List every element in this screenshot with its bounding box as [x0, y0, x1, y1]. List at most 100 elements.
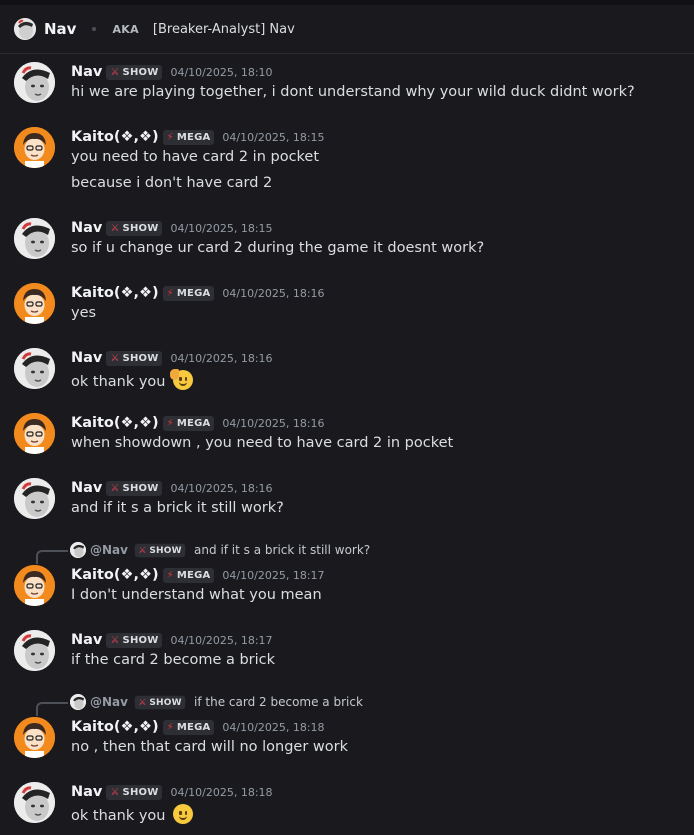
message-text: if the card 2 become a brick — [71, 652, 276, 668]
author-name[interactable]: Kaito(❖,❖) — [71, 567, 159, 583]
nav-face-icon — [14, 62, 55, 103]
reply-avatar[interactable] — [70, 542, 86, 558]
sword-icon: ⚔ — [138, 697, 147, 707]
reply-spine — [36, 702, 68, 716]
message-text: you need to have card 2 in pocket — [71, 149, 320, 165]
kaito-face-icon — [14, 127, 55, 168]
author-avatar[interactable] — [14, 218, 55, 259]
clan-tag[interactable]: ⚡ MEGA — [162, 285, 215, 301]
message-item[interactable]: Nav ⚔ SHOW 04/10/2025, 18:15 so if u chan… — [0, 218, 694, 266]
channel-header: Nav AKA [Breaker-Analyst] Nav — [0, 0, 694, 54]
author-name[interactable]: Nav — [71, 784, 102, 800]
dm-user-name[interactable]: Nav — [44, 20, 76, 38]
saluting-face-emoji-icon — [170, 369, 194, 390]
sword-icon: ⚔ — [138, 545, 147, 555]
clan-tag[interactable]: ⚡ MEGA — [162, 567, 215, 583]
message-text: ok thank you — [71, 804, 194, 824]
author-avatar[interactable] — [14, 348, 55, 389]
author-avatar[interactable] — [14, 283, 55, 324]
message-text: and if it s a brick it still work? — [71, 500, 284, 516]
user-avatar-small[interactable] — [14, 18, 36, 40]
timestamp: 04/10/2025, 18:16 — [170, 481, 273, 495]
timestamp: 04/10/2025, 18:17 — [222, 568, 325, 582]
reply-preview[interactable]: and if it s a brick it still work? — [194, 543, 370, 557]
clan-tag[interactable]: ⚔ SHOW — [106, 632, 163, 648]
message-item[interactable]: Nav ⚔ SHOW 04/10/2025, 18:18 ok thank you — [0, 782, 694, 830]
sword-icon: ⚔ — [110, 482, 120, 494]
message-text: because i don't have card 2 — [71, 175, 273, 191]
author-avatar[interactable] — [14, 127, 55, 168]
author-name[interactable]: Nav — [71, 480, 102, 496]
clan-tag[interactable]: ⚔ SHOW — [106, 220, 163, 236]
kaito-face-icon — [14, 717, 55, 758]
sword-icon: ⚔ — [110, 66, 120, 78]
message-text: I don't understand what you mean — [71, 587, 322, 603]
nav-face-icon — [14, 348, 55, 389]
author-name[interactable]: Nav — [71, 350, 102, 366]
author-name[interactable]: Kaito(❖,❖) — [71, 719, 159, 735]
alias-text: [Breaker-Analyst] Nav — [152, 21, 295, 37]
clan-tag[interactable]: ⚡ MEGA — [162, 415, 215, 431]
message-item[interactable]: Nav ⚔ SHOW 04/10/2025, 18:16 and if it s … — [0, 478, 694, 526]
message-item[interactable]: Nav ⚔ SHOW 04/10/2025, 18:17 if the card … — [0, 630, 694, 678]
reply-spine — [36, 550, 68, 564]
timestamp: 04/10/2025, 18:15 — [222, 130, 325, 144]
author-avatar[interactable] — [14, 782, 55, 823]
message-item[interactable]: Kaito(❖,❖) ⚡ MEGA 04/10/2025, 18:18 no , … — [0, 717, 694, 765]
timestamp: 04/10/2025, 18:18 — [222, 720, 325, 734]
message-text: ok thank you — [71, 369, 194, 390]
author-avatar[interactable] — [14, 717, 55, 758]
message-item[interactable]: Kaito(❖,❖) ⚡ MEGA 04/10/2025, 18:17 I don… — [0, 565, 694, 613]
nav-face-icon — [14, 218, 55, 259]
author-avatar[interactable] — [14, 62, 55, 103]
author-name[interactable]: Kaito(❖,❖) — [71, 285, 159, 301]
reply-author[interactable]: @Nav — [90, 543, 128, 557]
author-name[interactable]: Nav — [71, 220, 102, 236]
nav-face-icon — [14, 630, 55, 671]
timestamp: 04/10/2025, 18:16 — [222, 286, 325, 300]
message-text: hi we are playing together, i dont under… — [71, 84, 635, 100]
message-list: Nav ⚔ SHOW 04/10/2025, 18:10 hi we are pl… — [0, 54, 694, 835]
clan-tag[interactable]: ⚔ SHOW — [134, 543, 186, 557]
author-avatar[interactable] — [14, 565, 55, 606]
reply-reference[interactable]: @Nav ⚔ SHOW and if it s a brick it still … — [36, 541, 370, 564]
reply-author[interactable]: @Nav — [90, 695, 128, 709]
author-name[interactable]: Nav — [71, 632, 102, 648]
clan-tag[interactable]: ⚔ SHOW — [106, 784, 163, 800]
author-avatar[interactable] — [14, 413, 55, 454]
message-item[interactable]: Kaito(❖,❖) ⚡ MEGA 04/10/2025, 18:15 you n… — [0, 127, 694, 201]
clan-tag[interactable]: ⚔ SHOW — [106, 64, 163, 80]
sword-icon: ⚔ — [110, 352, 120, 364]
clan-tag[interactable]: ⚡ MEGA — [162, 719, 215, 735]
separator-dot — [92, 27, 97, 31]
reply-preview[interactable]: if the card 2 become a brick — [194, 695, 363, 709]
message-item[interactable]: Kaito(❖,❖) ⚡ MEGA 04/10/2025, 18:16 yes — [0, 283, 694, 331]
author-avatar[interactable] — [14, 630, 55, 671]
message-text: no , then that card will no longer work — [71, 739, 349, 755]
message-item[interactable]: Nav ⚔ SHOW 04/10/2025, 18:16 ok thank you — [0, 348, 694, 396]
aka-label: AKA — [112, 22, 139, 36]
clan-tag[interactable]: ⚔ SHOW — [106, 480, 163, 496]
nav-face-icon — [14, 782, 55, 823]
message-text: so if u change ur card 2 during the game… — [71, 240, 485, 256]
nav-face-icon — [70, 694, 86, 710]
reply-reference[interactable]: @Nav ⚔ SHOW if the card 2 become a brick — [36, 693, 363, 716]
nav-face-icon — [70, 542, 86, 558]
message-item[interactable]: Kaito(❖,❖) ⚡ MEGA 04/10/2025, 18:16 when … — [0, 413, 694, 461]
nav-face-icon — [14, 18, 36, 40]
timestamp: 04/10/2025, 18:18 — [170, 785, 273, 799]
kaito-face-icon — [14, 413, 55, 454]
lightning-icon: ⚡ — [166, 569, 174, 581]
message-item[interactable]: Nav ⚔ SHOW 04/10/2025, 18:10 hi we are pl… — [0, 62, 694, 110]
author-name[interactable]: Kaito(❖,❖) — [71, 415, 159, 431]
author-name[interactable]: Kaito(❖,❖) — [71, 129, 159, 145]
clan-tag[interactable]: ⚔ SHOW — [134, 695, 186, 709]
author-name[interactable]: Nav — [71, 64, 102, 80]
clan-tag[interactable]: ⚡ MEGA — [162, 129, 215, 145]
message-text: yes — [71, 305, 97, 321]
timestamp: 04/10/2025, 18:15 — [170, 221, 273, 235]
author-avatar[interactable] — [14, 478, 55, 519]
message-text: when showdown , you need to have card 2 … — [71, 435, 454, 451]
reply-avatar[interactable] — [70, 694, 86, 710]
clan-tag[interactable]: ⚔ SHOW — [106, 350, 163, 366]
